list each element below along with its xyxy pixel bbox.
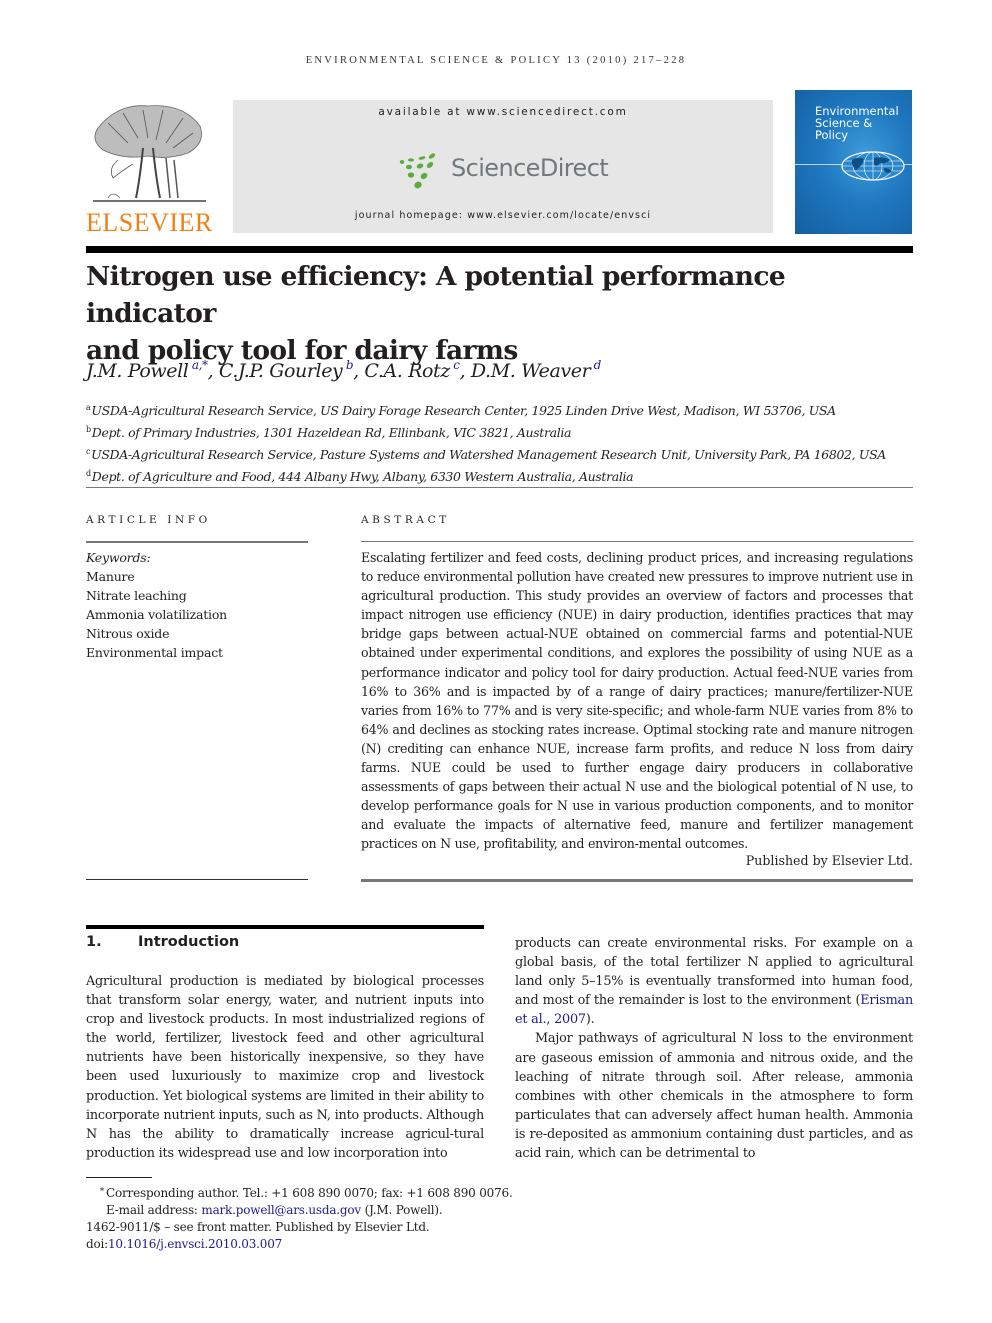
keyword: Nitrous oxide — [86, 626, 170, 641]
affiliation-marker[interactable]: b — [346, 358, 354, 372]
affiliation-marker[interactable]: a,* — [192, 358, 208, 372]
sciencedirect-logo[interactable]: ScienceDirect — [398, 150, 618, 194]
abstract-label: ABSTRACT — [361, 514, 450, 526]
abstract-divider — [361, 541, 913, 542]
globe-icon — [841, 151, 905, 181]
doi-link[interactable]: 10.1016/j.envsci.2010.03.007 — [108, 1237, 282, 1251]
issn-line: 1462-9011/$ – see front matter. Publishe… — [86, 1220, 430, 1234]
sciencedirect-wordmark: ScienceDirect — [451, 154, 609, 182]
keyword: Manure — [86, 569, 135, 584]
keywords-heading: Keywords: — [86, 550, 151, 565]
section-title: Introduction — [138, 934, 240, 950]
body-column-right: products can create environmental risks.… — [515, 934, 913, 1163]
affiliation-marker[interactable]: d — [594, 358, 602, 372]
affiliation: aUSDA-Agricultural Research Service, US … — [86, 403, 836, 418]
article-title: Nitrogen use efficiency: A potential per… — [86, 261, 786, 366]
doi-line: doi:10.1016/j.envsci.2010.03.007 — [86, 1237, 283, 1251]
author: C.A. Rotz c, — [364, 358, 471, 382]
sciencedirect-dots-icon — [399, 153, 436, 189]
elsevier-logo: ELSEVIER — [86, 98, 213, 238]
body-column-left: Agricultural production is mediated by b… — [86, 972, 484, 1163]
author: D.M. Weaver d — [470, 358, 602, 382]
email-note: E-mail address: mark.powell@ars.usda.gov… — [106, 1203, 443, 1217]
abstract-bottom-rule — [361, 879, 913, 882]
masthead-divider — [86, 246, 913, 253]
footnotes: * Corresponding author. Tel.: +1 608 890 … — [86, 1184, 526, 1253]
section-heading-introduction: 1. Introduction — [86, 934, 239, 950]
article-info-label: ARTICLE INFO — [86, 514, 211, 526]
affiliations-divider — [86, 487, 913, 488]
running-header: Environmental Science & Policy 13 (2010)… — [305, 55, 687, 66]
paragraph: products can create environmental risks.… — [515, 936, 913, 1028]
sciencedirect-banner: available at www.sciencedirect.com Scien… — [233, 100, 773, 233]
affiliation-list: aUSDA-Agricultural Research Service, US … — [86, 398, 916, 486]
elsevier-tree-icon — [93, 105, 206, 202]
footnote-rule — [86, 1177, 152, 1178]
keywords-list: Keywords: Manure Nitrate leaching Ammoni… — [86, 548, 227, 662]
keyword: Environmental impact — [86, 645, 223, 660]
available-at-text[interactable]: available at www.sciencedirect.com — [233, 106, 773, 118]
cover-title: Environmental Science & Policy — [815, 104, 899, 142]
keyword: Ammonia volatilization — [86, 607, 228, 622]
journal-cover-image: Environmental Science & Policy — [795, 90, 912, 234]
affiliation: bDept. of Primary Industries, 1301 Hazel… — [86, 425, 572, 440]
section-number: 1. — [86, 934, 102, 950]
journal-homepage-link[interactable]: journal homepage: www.elsevier.com/locat… — [233, 210, 773, 221]
email-link[interactable]: mark.powell@ars.usda.gov — [201, 1203, 361, 1217]
author-list: J.M. Powell a,*, C.J.P. Gourley b, C.A. … — [86, 358, 601, 382]
article-info-bottom-rule — [86, 879, 308, 880]
elsevier-wordmark: ELSEVIER — [86, 208, 213, 237]
author: C.J.P. Gourley b, — [218, 358, 365, 382]
paragraph: Major pathways of agricultural N loss to… — [515, 1031, 913, 1162]
published-by: Published by Elsevier Ltd. — [745, 853, 913, 868]
affiliation: cUSDA-Agricultural Research Service, Pas… — [86, 447, 886, 462]
corresponding-author-note: * Corresponding author. Tel.: +1 608 890 … — [86, 1184, 526, 1202]
author: J.M. Powell a,*, — [86, 358, 219, 382]
paragraph: Agricultural production is mediated by b… — [86, 974, 484, 1161]
footnote-marker: * — [99, 1187, 105, 1197]
abstract-text: Escalating fertilizer and feed costs, de… — [361, 550, 913, 852]
article-info-divider — [86, 541, 308, 543]
affiliation: dDept. of Agriculture and Food, 444 Alba… — [86, 469, 634, 484]
keyword: Nitrate leaching — [86, 588, 187, 603]
section-rule — [86, 925, 484, 929]
